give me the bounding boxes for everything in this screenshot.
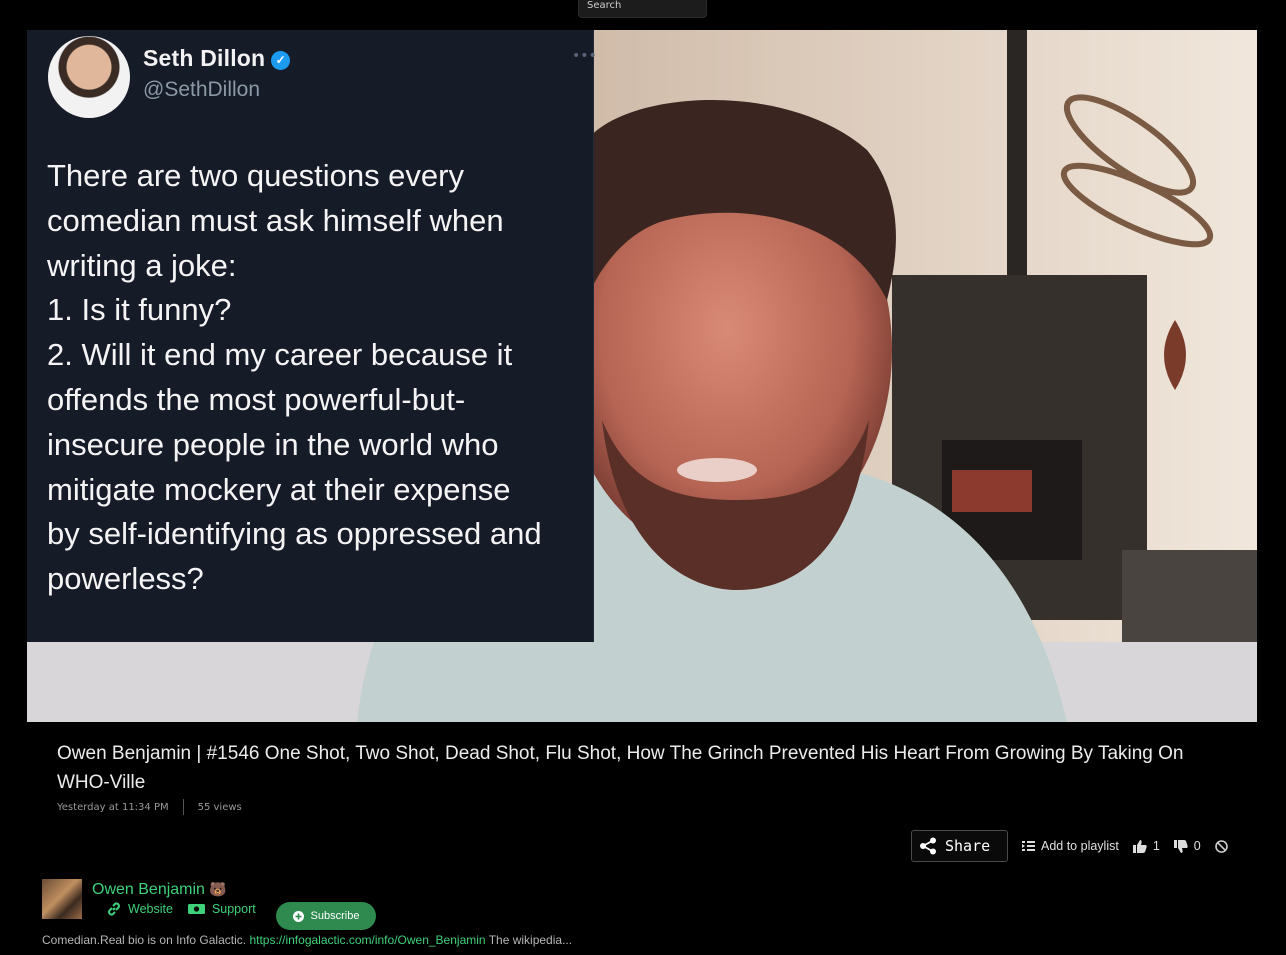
- video-title: Owen Benjamin | #1546 One Shot, Two Shot…: [57, 743, 1184, 793]
- channel-name: Owen Benjamin: [92, 881, 205, 898]
- video-description: Comedian.Real bio is on Info Galactic. h…: [42, 933, 572, 947]
- playlist-icon: [1022, 841, 1035, 851]
- thumbs-up-icon: [1132, 839, 1147, 853]
- report-button[interactable]: [1214, 839, 1228, 853]
- tweet-handle: @SethDillon: [143, 78, 261, 101]
- more-icon: •••: [572, 48, 597, 64]
- video-actions: Share Add to playlist 1 0: [911, 830, 1228, 862]
- support-link[interactable]: Support: [187, 902, 256, 916]
- plus-circle-icon: [292, 910, 304, 922]
- add-to-playlist-label: Add to playlist: [1041, 839, 1119, 853]
- tweet-author-name: Seth Dillon: [143, 45, 266, 71]
- share-icon: [920, 837, 936, 855]
- video-meta: Yesterday at 11:34 PM 55 views: [57, 799, 242, 815]
- video-player[interactable]: Seth Dillon ✓ @SethDillon ••• There are t…: [27, 30, 1257, 722]
- dislike-button[interactable]: 0: [1173, 839, 1201, 853]
- channel-name-link[interactable]: Owen Benjamin 🐻: [92, 881, 226, 899]
- channel-links: Website Support: [107, 902, 256, 916]
- tweet-text: There are two questions every comedian m…: [47, 158, 542, 597]
- support-label: Support: [211, 902, 256, 916]
- dislike-count: 0: [1193, 839, 1201, 853]
- tweet-author: Seth Dillon ✓: [143, 45, 291, 72]
- bear-icon: 🐻: [208, 881, 227, 897]
- description-more: The wikipedia...: [485, 933, 573, 947]
- subscribe-label: Subscribe: [310, 910, 360, 922]
- website-link[interactable]: Website: [107, 902, 173, 916]
- link-icon: [108, 902, 120, 916]
- money-icon: [187, 904, 205, 914]
- website-label: Website: [128, 902, 173, 916]
- share-label: Share: [945, 837, 991, 855]
- share-button[interactable]: Share: [911, 830, 1008, 862]
- description-link[interactable]: https://infogalactic.com/info/Owen_Benja…: [249, 933, 485, 947]
- block-icon: [1214, 839, 1228, 853]
- channel-avatar[interactable]: [42, 879, 82, 919]
- like-button[interactable]: 1: [1132, 839, 1160, 853]
- description-text: Comedian.Real bio is on Info Galactic.: [42, 933, 250, 947]
- search-input[interactable]: Search: [578, 0, 707, 18]
- tweet-avatar: [48, 36, 130, 118]
- add-to-playlist-button[interactable]: Add to playlist: [1022, 839, 1119, 853]
- verified-icon: ✓: [271, 51, 291, 70]
- like-count: 1: [1152, 839, 1160, 853]
- subscribe-button[interactable]: Subscribe: [276, 902, 376, 930]
- tweet-card: Seth Dillon ✓ @SethDillon ••• There are t…: [27, 30, 597, 642]
- thumbs-down-icon: [1173, 839, 1188, 853]
- view-count: 55 views: [197, 801, 242, 813]
- upload-date: Yesterday at 11:34 PM: [57, 801, 169, 813]
- divider: [182, 799, 184, 815]
